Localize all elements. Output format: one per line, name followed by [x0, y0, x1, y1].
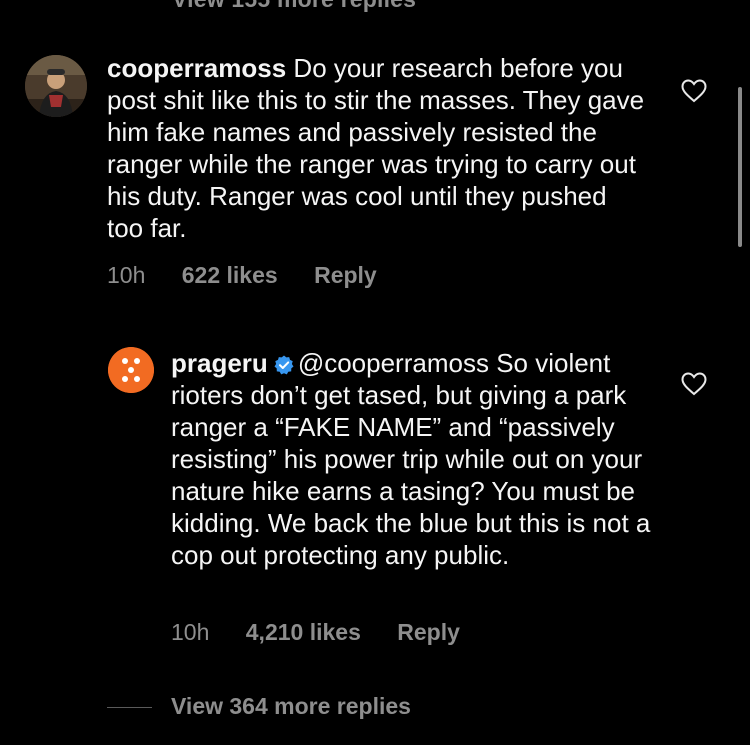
comment-body: cooperramoss Do your research before you…: [107, 52, 647, 244]
comment-likes[interactable]: 622 likes: [182, 262, 278, 288]
user-avatar[interactable]: [25, 55, 87, 117]
comment-likes[interactable]: 4,210 likes: [246, 619, 361, 645]
reply-button[interactable]: Reply: [397, 619, 460, 645]
comment-time: 10h: [171, 619, 210, 645]
heart-icon[interactable]: [681, 372, 707, 396]
scrollbar[interactable]: [738, 87, 742, 247]
comment-text: So violent rioters don’t get tased, but …: [171, 348, 651, 570]
comment-time: 10h: [107, 262, 146, 288]
reply-button[interactable]: Reply: [314, 262, 377, 288]
comment-body: prageru @cooperramoss So violent rioters…: [171, 347, 651, 571]
view-more-replies-label[interactable]: View 364 more replies: [171, 693, 411, 720]
comment-username[interactable]: prageru: [171, 348, 268, 378]
comment-username[interactable]: cooperramoss: [107, 53, 286, 83]
comment-meta: 10h 622 likes Reply: [107, 262, 407, 289]
heart-icon[interactable]: [681, 79, 707, 103]
comment-meta: 10h 4,210 likes Reply: [171, 619, 490, 646]
prageru-logo-icon: [108, 347, 154, 393]
divider-line: [107, 707, 152, 708]
view-more-replies[interactable]: View 364 more replies: [107, 693, 507, 723]
user-avatar-icon: [25, 55, 87, 117]
prageru-avatar[interactable]: [108, 347, 154, 393]
verified-badge-icon: [274, 355, 294, 375]
view-more-replies-top[interactable]: View 155 more replies: [172, 0, 416, 13]
mention-link[interactable]: @cooperramoss: [298, 348, 489, 378]
